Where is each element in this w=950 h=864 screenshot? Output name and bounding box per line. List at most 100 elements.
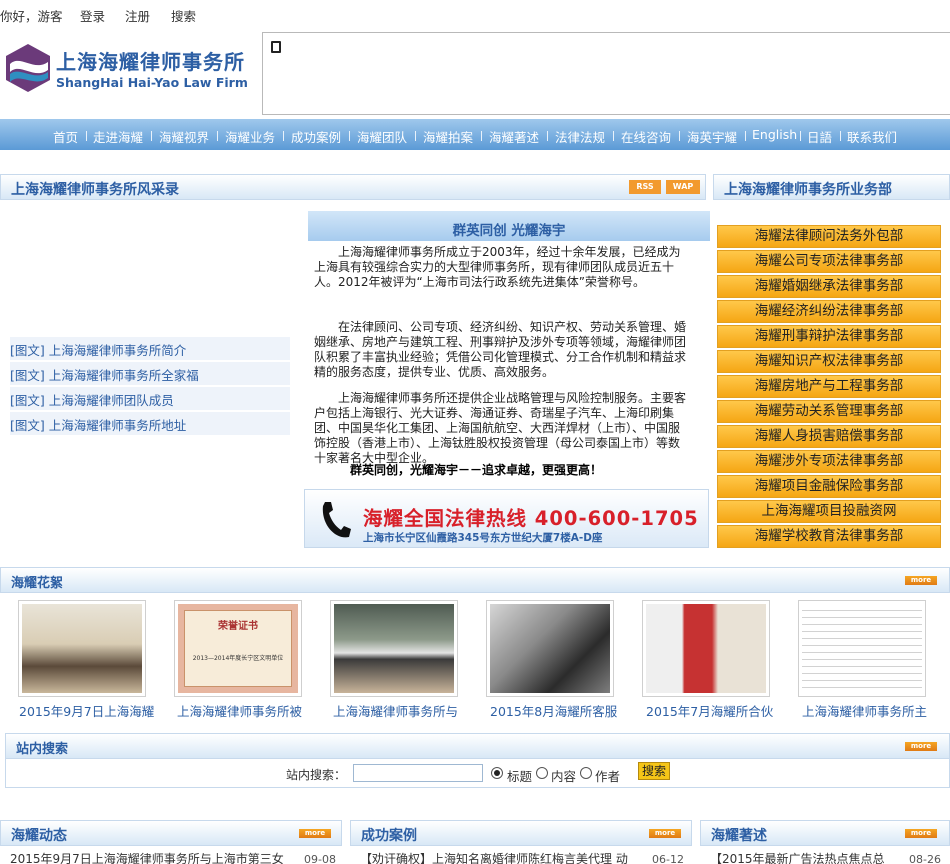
departments-header: 上海海耀律师事务所业务部 (713, 174, 950, 200)
dept-item[interactable]: 海耀公司专项法律事务部 (717, 250, 941, 273)
nav-item-cases[interactable]: 成功案例 (291, 127, 341, 146)
cases-more-link[interactable]: more (649, 829, 681, 838)
search-option-title: 标题 (507, 769, 533, 784)
gallery-thumb[interactable] (18, 600, 146, 697)
banner-photo (646, 604, 766, 693)
news-list-item[interactable]: 2015年9月7日上海海耀律师事务所与上海市第三女 (10, 850, 284, 864)
dept-item[interactable]: 海耀法律顾问法务外包部 (717, 225, 941, 248)
document-photo (802, 604, 922, 693)
search-button[interactable]: 搜索 (638, 762, 670, 780)
dept-item[interactable]: 上海海耀项目投融资网 (717, 500, 941, 523)
intro-heading: 群英同创 光耀海宇 (452, 223, 566, 239)
writings-more-link[interactable]: more (905, 829, 937, 838)
cases-date: 06-12 (652, 853, 684, 864)
cases-header: 成功案例 more (350, 820, 692, 846)
gallery-caption[interactable]: 2015年7月海耀所合伙 (646, 701, 773, 720)
register-link[interactable]: 注册 (125, 6, 150, 25)
dept-item[interactable]: 海耀经济纠纷法律事务部 (717, 300, 941, 323)
intro-paragraph-1: 上海海耀律师事务所成立于2003年，经过十余年发展，已经成为上海具有较强综合实力… (314, 245, 681, 289)
dept-item[interactable]: 海耀劳动关系管理事务部 (717, 400, 941, 423)
search-option-title-radio[interactable] (491, 767, 503, 779)
team-photo (334, 604, 454, 693)
dept-item[interactable]: 海耀婚姻继承法律事务部 (717, 275, 941, 298)
intro-paragraph-2: 在法律顾问、公司专项、经济纠纷、知识产权、劳动关系管理、婚姻继承、房地产与建筑工… (314, 320, 687, 379)
office-photo (490, 604, 610, 693)
search-header: 站内搜索 more (5, 733, 950, 759)
list-item[interactable]: [图文] 上海海耀律师事务所全家福 (10, 362, 290, 386)
search-option-content-radio[interactable] (536, 767, 548, 779)
cert-title: 荣誉证书 (218, 621, 258, 632)
nav-item-japanese[interactable]: 日語 (807, 127, 832, 146)
search-option-author: 作者 (595, 769, 621, 784)
nav-item-english[interactable]: English (752, 127, 797, 142)
nav-item-about[interactable]: 走进海耀 (93, 127, 143, 146)
meeting-photo (22, 604, 142, 693)
cases-title: 成功案例 (361, 828, 417, 844)
list-item[interactable]: [图文] 上海海耀律师团队成员 (10, 387, 290, 411)
nav-item-pai-an[interactable]: 海耀拍案 (423, 127, 473, 146)
gallery-thumb[interactable] (486, 600, 614, 697)
gallery-caption[interactable]: 上海海耀律师事务所被 (177, 701, 302, 720)
writings-title: 海耀著述 (711, 828, 767, 844)
list-item[interactable]: [图文] 上海海耀律师事务所地址 (10, 412, 290, 436)
rss-icon[interactable]: RSS (629, 180, 661, 194)
login-link[interactable]: 登录 (80, 6, 105, 25)
search-more-link[interactable]: more (905, 742, 937, 751)
gallery-caption[interactable]: 2015年9月7日上海海耀 (19, 701, 154, 720)
dept-item[interactable]: 海耀项目金融保险事务部 (717, 475, 941, 498)
dept-item[interactable]: 海耀刑事辩护法律事务部 (717, 325, 941, 348)
banner-area (262, 32, 950, 115)
gallery-thumb[interactable]: 荣誉证书 2013—2014年度长宁区文明单位 (174, 600, 302, 697)
nav-item-business[interactable]: 海耀业务 (225, 127, 275, 146)
search-link[interactable]: 搜索 (171, 6, 196, 25)
dept-item[interactable]: 海耀知识产权法律事务部 (717, 350, 941, 373)
gallery-thumb[interactable] (642, 600, 770, 697)
wap-icon[interactable]: WAP (666, 180, 700, 194)
gallery-caption[interactable]: 上海海耀律师事务所主 (802, 701, 927, 720)
search-input[interactable] (353, 764, 483, 782)
logo-mark-icon (6, 44, 50, 92)
intro-heading-bar: 群英同创 光耀海宇 (308, 211, 710, 241)
hotline-address: 上海市长宁区仙霞路345号东方世纪大厦7楼A-D座 (363, 532, 603, 544)
cert-line: 2013—2014年度长宁区文明单位 (192, 655, 284, 662)
dept-item[interactable]: 海耀学校教育法律事务部 (717, 525, 941, 548)
flash-placeholder-icon (271, 41, 281, 53)
news-date: 09-08 (304, 853, 336, 864)
showcase-title: 上海海耀律师事务所风采录 (11, 182, 179, 198)
nav-item-team[interactable]: 海耀团队 (357, 127, 407, 146)
hotline-banner[interactable]: 海耀全国法律热线 400-600-1705 上海市长宁区仙霞路345号东方世纪大… (304, 489, 709, 548)
gallery-thumb[interactable] (798, 600, 926, 697)
gallery-caption[interactable]: 2015年8月海耀所客服 (490, 701, 617, 720)
news-title: 海耀动态 (11, 828, 67, 844)
nav-item-consult[interactable]: 在线咨询 (621, 127, 671, 146)
search-title: 站内搜索 (16, 742, 69, 757)
list-item[interactable]: [图文] 上海海耀律师事务所简介 (10, 337, 290, 361)
main-nav: 首页 走进海耀 海耀视界 海耀业务 成功案例 海耀团队 海耀拍案 海耀著述 法律… (0, 119, 950, 150)
nav-item-vision[interactable]: 海耀视界 (159, 127, 209, 146)
nav-item-writings[interactable]: 海耀著述 (489, 127, 539, 146)
gallery-caption[interactable]: 上海海耀律师事务所与 (333, 701, 458, 720)
search-panel: 站内搜索： 标题 内容 作者 搜索 (5, 758, 950, 788)
gallery-more-link[interactable]: more (905, 576, 937, 585)
writings-date: 08-26 (909, 853, 941, 864)
writings-list-item[interactable]: 【2015年最新广告法热点焦点总 (710, 850, 885, 864)
nav-item-laws[interactable]: 法律法规 (555, 127, 605, 146)
search-option-author-radio[interactable] (580, 767, 592, 779)
top-bar: 你好，游客 登录 注册 搜索 (0, 0, 950, 28)
certificate-photo: 荣誉证书 2013—2014年度长宁区文明单位 (178, 604, 298, 693)
news-more-link[interactable]: more (299, 829, 331, 838)
cases-list-item[interactable]: 【劝讦确权】上海知名离婚律师陈红梅言美代理 动 (360, 850, 628, 864)
nav-item-haiying[interactable]: 海英宇耀 (687, 127, 737, 146)
nav-item-contact[interactable]: 联系我们 (847, 127, 897, 146)
writings-header: 海耀著述 more (700, 820, 950, 846)
nav-item-home[interactable]: 首页 (53, 127, 78, 146)
site-logo[interactable]: 上海海耀律师事务所 ShangHai Hai-Yao Law Firm (4, 42, 260, 98)
slogan-text: 群英同创，光耀海宇－－追求卓越，更强更高！ (350, 463, 603, 477)
dept-item[interactable]: 海耀人身损害赔偿事务部 (717, 425, 941, 448)
dept-item[interactable]: 海耀房地产与工程事务部 (717, 375, 941, 398)
news-header: 海耀动态 more (0, 820, 342, 846)
dept-item[interactable]: 海耀涉外专项法律事务部 (717, 450, 941, 473)
logo-cn-name: 上海海耀律师事务所 (56, 50, 245, 74)
gallery-thumb[interactable] (330, 600, 458, 697)
showcase-header: 上海海耀律师事务所风采录 RSS WAP (0, 174, 706, 200)
